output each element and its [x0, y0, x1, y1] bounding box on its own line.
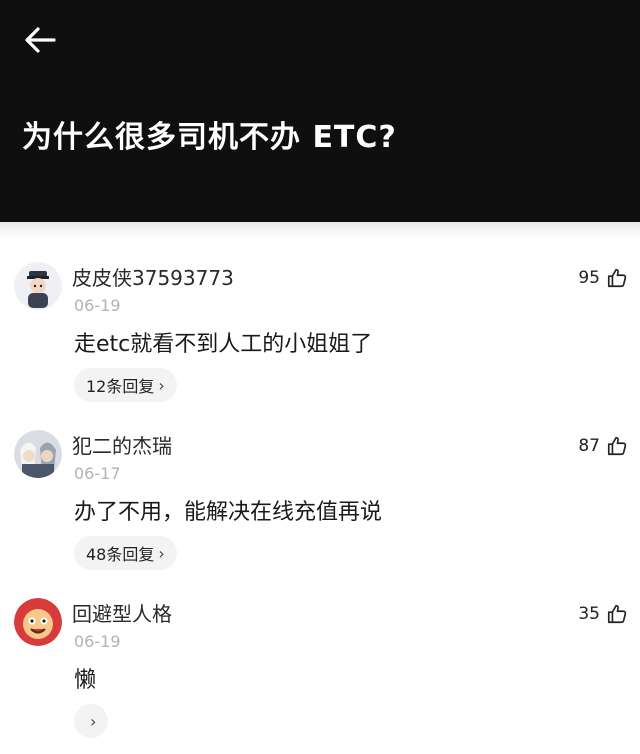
question-header: 为什么很多司机不办 ETC? [0, 0, 640, 222]
comment-username[interactable]: 犯二的杰瑞 [72, 430, 172, 459]
comment-date: 06-19 [74, 632, 121, 651]
thumbs-up-icon [607, 268, 627, 288]
replies-label: 48条回复 [86, 545, 155, 564]
comment-text: 办了不用，能解决在线充值再说 [74, 500, 383, 525]
comment-text: 走etc就看不到人工的小姐姐了 [74, 332, 373, 357]
comment-date: 06-17 [74, 464, 121, 483]
cartoon-police-avatar-icon [14, 262, 62, 310]
comment-list: 皮皮侠37593773 06-19 95 走etc就看不到人工的小姐姐了 12条… [0, 250, 640, 754]
view-replies-button[interactable]: 48条回复 › [74, 536, 177, 570]
thumbs-up-icon [607, 436, 627, 456]
chevron-right-icon: › [90, 711, 97, 731]
like-count: 35 [578, 604, 600, 624]
like-count: 87 [578, 436, 600, 456]
comment-date: 06-19 [74, 296, 121, 315]
cartoon-face-avatar-icon [14, 598, 62, 646]
header-shadow [0, 222, 640, 238]
anime-duo-avatar-icon [14, 430, 62, 478]
avatar[interactable] [14, 598, 62, 646]
view-replies-button[interactable]: 12条回复 › [74, 368, 177, 402]
chevron-right-icon: › [158, 375, 165, 395]
thumbs-up-icon [607, 604, 627, 624]
comment-username[interactable]: 回避型人格 [72, 598, 172, 627]
avatar[interactable] [14, 262, 62, 310]
view-replies-button[interactable]: › [74, 704, 109, 738]
chevron-right-icon: › [158, 543, 165, 563]
like-button[interactable]: 95 [578, 266, 628, 290]
question-title: 为什么很多司机不办 ETC? [22, 120, 397, 155]
comment-item: 犯二的杰瑞 06-17 87 办了不用，能解决在线充值再说 48条回复 › [0, 418, 640, 586]
back-arrow-icon [25, 27, 56, 53]
comment-item: 皮皮侠37593773 06-19 95 走etc就看不到人工的小姐姐了 12条… [0, 250, 640, 418]
comment-text: 懒 [74, 668, 97, 693]
comment-username[interactable]: 皮皮侠37593773 [72, 262, 234, 291]
back-button[interactable] [22, 24, 58, 56]
replies-label: 12条回复 [86, 377, 155, 396]
like-count: 95 [578, 268, 600, 288]
avatar[interactable] [14, 430, 62, 478]
comment-item: 回避型人格 06-19 35 懒 › [0, 586, 640, 754]
like-button[interactable]: 87 [578, 434, 628, 458]
like-button[interactable]: 35 [578, 602, 628, 626]
